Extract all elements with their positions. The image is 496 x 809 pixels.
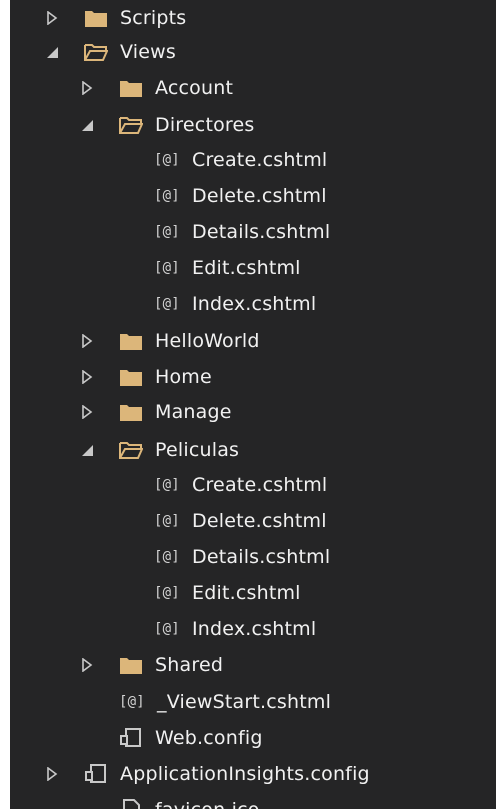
folder-icon [119,77,143,99]
collapse-arrow-icon[interactable] [45,767,59,781]
tree-item-viewstart-cshtml[interactable]: [@] _ViewStart.cshtml [10,684,496,720]
expand-arrow-icon[interactable] [80,118,94,132]
tree-item-scripts[interactable]: Scripts [10,0,496,36]
tree-item-delete-cshtml[interactable]: [@] Delete.cshtml [10,178,496,214]
collapse-arrow-icon[interactable] [80,405,94,419]
tree-item-edit-cshtml[interactable]: [@] Edit.cshtml [10,575,496,611]
tree-item-label: favicon.ico [155,799,260,809]
folder-icon [119,366,143,388]
folder-icon [119,330,143,352]
expand-arrow-icon[interactable] [45,45,59,59]
tree-item-directores[interactable]: Directores [10,107,496,143]
tree-item-label: Edit.cshtml [192,582,301,604]
cshtml-file-icon: [@] [154,549,180,565]
tree-item-web-config[interactable]: Web.config [10,720,496,756]
collapse-arrow-icon[interactable] [80,658,94,672]
tree-item-delete-cshtml[interactable]: [@] Delete.cshtml [10,503,496,539]
tree-item-label: Create.cshtml [192,149,328,171]
cshtml-file-icon: [@] [119,694,145,710]
folder-icon [84,7,108,29]
cshtml-file-icon: [@] [154,477,180,493]
tree-item-label: Edit.cshtml [192,257,301,279]
cshtml-file-icon: [@] [154,513,180,529]
tree-item-label: Delete.cshtml [192,510,327,532]
file-icon [119,799,143,809]
tree-item-label: Web.config [155,727,263,749]
config-file-icon [84,763,108,785]
tree-item-label: Create.cshtml [192,474,328,496]
tree-item-edit-cshtml[interactable]: [@] Edit.cshtml [10,250,496,286]
tree-item-favicon-ico[interactable]: favicon.ico [10,792,496,809]
folder-icon [119,401,143,423]
cshtml-file-icon: [@] [154,296,180,312]
tree-item-label: Account [155,77,234,99]
collapse-arrow-icon[interactable] [45,11,59,25]
tree-item-shared[interactable]: Shared [10,647,496,683]
cshtml-file-icon: [@] [154,585,180,601]
tree-item-label: Index.cshtml [192,293,317,315]
cshtml-file-icon: [@] [154,260,180,276]
tree-item-label: Scripts [120,7,187,29]
tree-item-label: Home [155,366,212,388]
tree-item-label: HelloWorld [155,330,260,352]
tree-item-label: _ViewStart.cshtml [157,691,332,713]
folder-open-icon [119,114,143,136]
tree-item-label: Peliculas [155,439,240,461]
config-file-icon [119,727,143,749]
folder-icon [119,654,143,676]
tree-item-applicationinsights-config[interactable]: ApplicationInsights.config [10,756,496,792]
folder-open-icon [84,41,108,63]
tree-item-home[interactable]: Home [10,359,496,395]
tree-item-index-cshtml[interactable]: [@] Index.cshtml [10,611,496,647]
cshtml-file-icon: [@] [154,621,180,637]
tree-item-label: Index.cshtml [192,618,317,640]
tree-item-label: Directores [155,114,255,136]
tree-item-peliculas[interactable]: Peliculas [10,432,496,468]
tree-item-manage[interactable]: Manage [10,394,496,430]
cshtml-file-icon: [@] [154,224,180,240]
tree-item-label: Details.cshtml [192,546,331,568]
tree-item-create-cshtml[interactable]: [@] Create.cshtml [10,467,496,503]
cshtml-file-icon: [@] [154,152,180,168]
tree-item-account[interactable]: Account [10,70,496,106]
tree-item-details-cshtml[interactable]: [@] Details.cshtml [10,539,496,575]
tree-item-label: Details.cshtml [192,221,331,243]
tree-item-label: Delete.cshtml [192,185,327,207]
tree-item-label: Views [120,41,176,63]
solution-explorer-tree: Scripts Views Account Directores [@] Create.c… [10,0,496,809]
tree-item-index-cshtml[interactable]: [@] Index.cshtml [10,286,496,322]
folder-open-icon [119,439,143,461]
tree-item-details-cshtml[interactable]: [@] Details.cshtml [10,214,496,250]
tree-item-label: Manage [155,401,232,423]
expand-arrow-icon[interactable] [80,443,94,457]
tree-item-label: Shared [155,654,224,676]
cshtml-file-icon: [@] [154,188,180,204]
collapse-arrow-icon[interactable] [80,370,94,384]
tree-item-label: ApplicationInsights.config [120,763,370,785]
collapse-arrow-icon[interactable] [80,334,94,348]
tree-item-helloworld[interactable]: HelloWorld [10,323,496,359]
collapse-arrow-icon[interactable] [80,81,94,95]
tree-item-views[interactable]: Views [10,34,496,70]
tree-item-create-cshtml[interactable]: [@] Create.cshtml [10,142,496,178]
